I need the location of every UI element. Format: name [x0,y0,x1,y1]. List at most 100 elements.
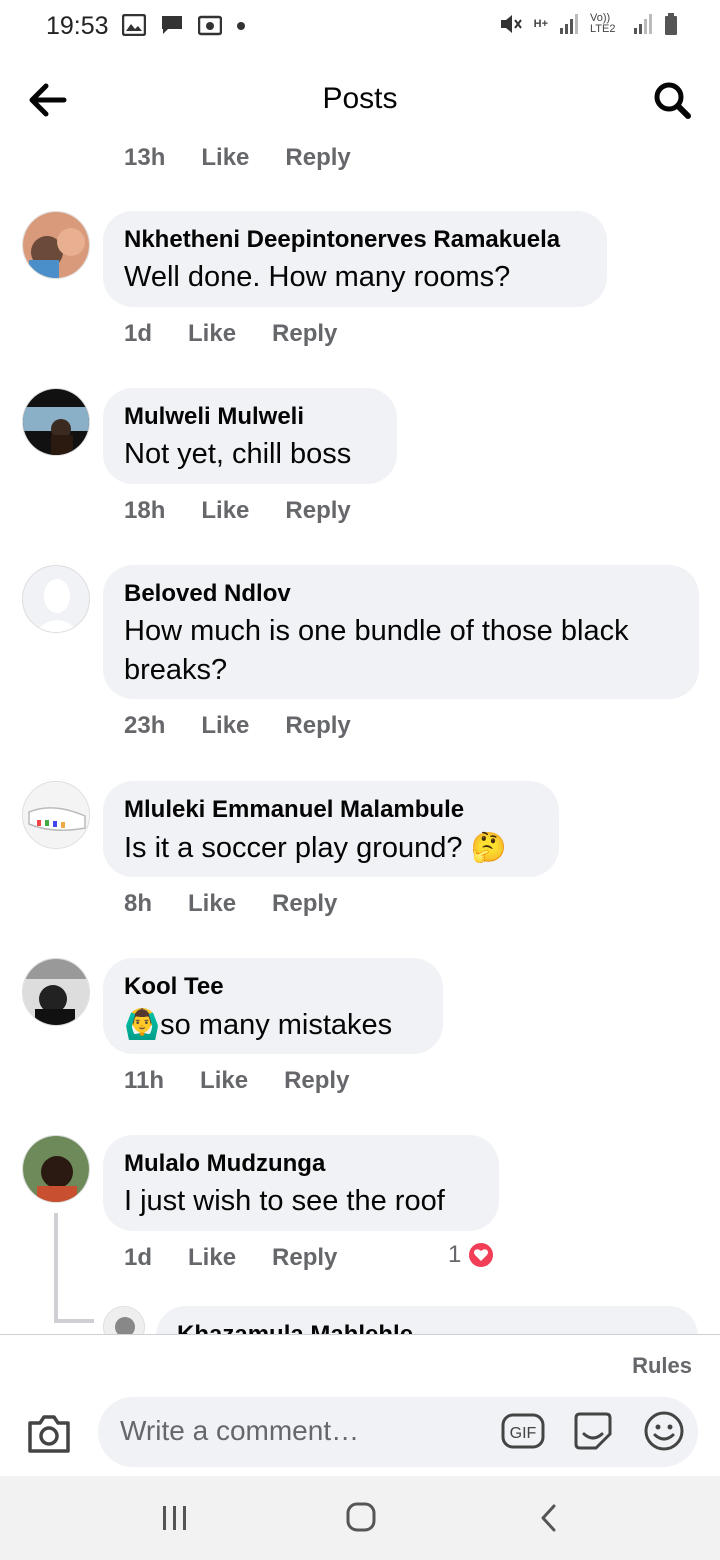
signal-icon-2 [634,14,652,34]
battery-icon [665,13,677,35]
comment-text: so many mistakes [160,1009,393,1041]
comment-text: How much is one bundle of those black br… [124,615,629,686]
comment-time: 23h [124,712,166,739]
comment-meta-top: 13h Like Reply [124,144,351,172]
reply-button[interactable]: Reply [284,1067,349,1095]
comment-meta: 18h Like Reply [124,497,351,525]
reaction-summary[interactable]: 1 [448,1241,496,1269]
gesture-emoji: 🙆‍♂️ [124,1007,161,1041]
comment-time: 8h [124,890,153,917]
search-button[interactable] [648,78,696,122]
app-header: Posts [0,60,720,140]
status-right-icons: H+ Vo)) LTE2 [498,12,678,36]
comment-author[interactable]: Kool Tee [124,972,422,1002]
rules-link[interactable]: Rules [632,1353,692,1379]
avatar-placeholder[interactable] [22,565,90,633]
reaction-count: 1 [448,1241,462,1268]
emoji-button[interactable] [642,1409,686,1453]
like-button[interactable]: Like [188,1244,236,1272]
like-button[interactable]: Like [201,144,249,172]
search-icon [654,82,691,119]
comment-author[interactable]: Mulweli Mulweli [124,402,376,432]
like-button[interactable]: Like [201,497,249,525]
comment-bubble[interactable]: Nkhetheni Deepintonerves Ramakuela Well … [103,211,607,307]
reply-button[interactable]: Reply [285,712,350,740]
status-left-icons [122,14,246,36]
avatar[interactable] [22,781,90,849]
sticker-button[interactable] [572,1410,614,1452]
comment-author[interactable]: Nkhetheni Deepintonerves Ramakuela [124,225,586,255]
thread-line [54,1213,58,1323]
comment-time: 1d [124,320,153,347]
avatar[interactable] [22,388,90,456]
avatar[interactable] [22,211,90,279]
comment-time: 1d [124,1244,153,1271]
avatar[interactable] [22,958,90,1026]
comment-meta: 11h Like Reply [124,1067,349,1095]
avatar[interactable] [103,1306,145,1334]
comment-text-row: Is it a soccer play ground? 🤔 [124,828,538,868]
reply-button[interactable]: Reply [285,497,350,525]
comment-meta: 1d Like Reply [124,1244,337,1272]
reply-button[interactable]: Reply [272,890,337,918]
recent-apps-icon [163,1506,186,1530]
default-avatar-icon [23,566,89,632]
page-title: Posts [322,82,398,115]
network-hplus-icon: H+ [533,18,548,30]
comment-text: I just wish to see the roof [124,1185,445,1217]
comment-author[interactable]: Khazamula Mahlehle [177,1320,677,1334]
dot-icon [237,22,245,30]
home-icon [346,1502,376,1532]
camera-icon [28,1415,70,1453]
emoji-icon [644,1411,684,1451]
comments-list[interactable]: 13h Like Reply Nkhetheni Deepintonerves … [0,136,720,1334]
comment-bubble[interactable]: Mulalo Mudzunga I just wish to see the r… [103,1135,499,1231]
comment-input-placeholder[interactable]: Write a comment… [120,1415,359,1447]
comment-bubble[interactable]: Mluleki Emmanuel Malambule Is it a socce… [103,781,559,877]
comment-author[interactable]: Beloved Ndlov [124,579,678,609]
reply-button[interactable]: Reply [272,320,337,348]
comment-input[interactable]: Write a comment… GIF [98,1397,698,1467]
reply-button[interactable]: Reply [285,144,350,172]
comment-meta: 8h Like Reply [124,890,337,918]
comment-meta: 23h Like Reply [124,712,351,740]
comment-bubble[interactable]: Khazamula Mahlehle [156,1306,698,1334]
system-nav-bar [0,1476,720,1560]
comment-bubble[interactable]: Mulweli Mulweli Not yet, chill boss [103,388,397,484]
like-button[interactable]: Like [201,712,249,740]
comment-bubble[interactable]: Kool Tee 🙆‍♂️so many mistakes [103,958,443,1054]
thread-connector [54,1319,94,1323]
comment-text: Not yet, chill boss [124,438,352,470]
like-button[interactable]: Like [188,890,236,918]
comment-time: 18h [124,497,166,524]
like-button[interactable]: Like [188,320,236,348]
gif-button[interactable]: GIF [501,1411,545,1451]
camera-button[interactable] [26,1413,72,1455]
avatar[interactable] [22,1135,90,1203]
gif-label: GIF [510,1425,537,1442]
home-button[interactable] [346,1502,376,1532]
thinking-emoji: 🤔 [470,830,507,864]
comment-bubble[interactable]: Beloved Ndlov How much is one bundle of … [103,565,699,699]
comment-author[interactable]: Mulalo Mudzunga [124,1149,478,1179]
comment-time: 11h [124,1067,165,1094]
message-icon [162,16,182,34]
back-icon [541,1504,556,1532]
gallery-icon [122,14,146,36]
heart-icon [467,1241,496,1269]
radio-icon [198,15,222,36]
sticker-icon [574,1412,612,1450]
system-back-button[interactable] [538,1502,560,1534]
comment-text-row: 🙆‍♂️so many mistakes [124,1005,422,1045]
comment-time: 13h [124,144,166,171]
reply-button[interactable]: Reply [272,1244,337,1272]
like-button[interactable]: Like [200,1067,248,1095]
comment-author[interactable]: Mluleki Emmanuel Malambule [124,795,538,825]
volte-icon: Vo)) LTE2 [590,12,616,35]
comment-composer: Rules Write a comment… GIF [0,1334,720,1476]
comment-text: Well done. How many rooms? [124,261,511,293]
comment-text: Is it a soccer play ground? [124,832,463,864]
status-bar: 19:53 H+ Vo)) LTE2 [0,0,720,56]
status-time: 19:53 [46,12,109,40]
recent-apps-button[interactable] [160,1504,190,1532]
